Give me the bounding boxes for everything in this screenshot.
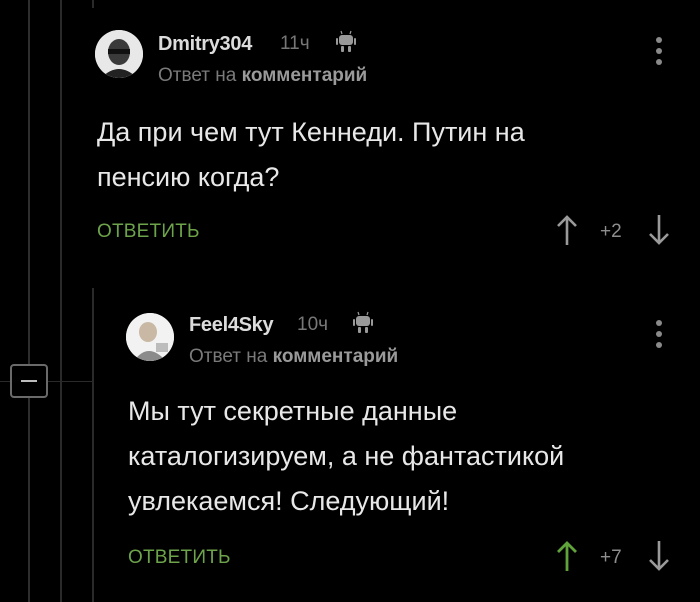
- comment-text: Да при чем тут Кеннеди. Путин на пенсию …: [97, 117, 525, 192]
- reply-to-target: комментарий: [241, 65, 368, 86]
- downvote-arrow-icon[interactable]: [648, 214, 670, 246]
- reply-button[interactable]: ОТВЕТИТЬ: [97, 221, 200, 243]
- comment-feel4sky: Feel4Sky 10ч Ответ на комментарий Мы тут…: [0, 290, 700, 602]
- author-name[interactable]: Feel4Sky: [189, 314, 274, 337]
- comment-text: Мы тут секретные данные каталогизируем, …: [128, 396, 565, 516]
- upvote-arrow-icon[interactable]: [556, 540, 578, 572]
- upvote-arrow-icon[interactable]: [556, 214, 578, 246]
- comment-time: 11ч: [280, 33, 310, 54]
- android-icon: [353, 311, 373, 333]
- reply-button[interactable]: ОТВЕТИТЬ: [128, 547, 231, 569]
- reply-to-link[interactable]: Ответ на комментарий: [189, 346, 398, 368]
- comment-time: 10ч: [297, 314, 329, 335]
- reply-to-target: комментарий: [272, 346, 399, 367]
- more-options-icon[interactable]: [652, 37, 666, 67]
- android-icon: [336, 30, 356, 52]
- rating-value: +7: [600, 547, 622, 568]
- avatar[interactable]: [126, 313, 174, 361]
- avatar-image: [95, 30, 143, 78]
- more-options-icon[interactable]: [652, 320, 666, 350]
- reply-to-prefix: Ответ на: [189, 346, 268, 367]
- reply-to-link[interactable]: Ответ на комментарий: [158, 65, 367, 87]
- downvote-arrow-icon[interactable]: [648, 540, 670, 572]
- rating-value: +2: [600, 221, 622, 242]
- reply-to-prefix: Ответ на: [158, 65, 237, 86]
- comment-dmitry304: Dmitry304 11ч Ответ на комментарий Да пр…: [0, 0, 700, 260]
- author-name[interactable]: Dmitry304: [158, 33, 252, 56]
- avatar-image: [126, 313, 174, 361]
- avatar[interactable]: [95, 30, 143, 78]
